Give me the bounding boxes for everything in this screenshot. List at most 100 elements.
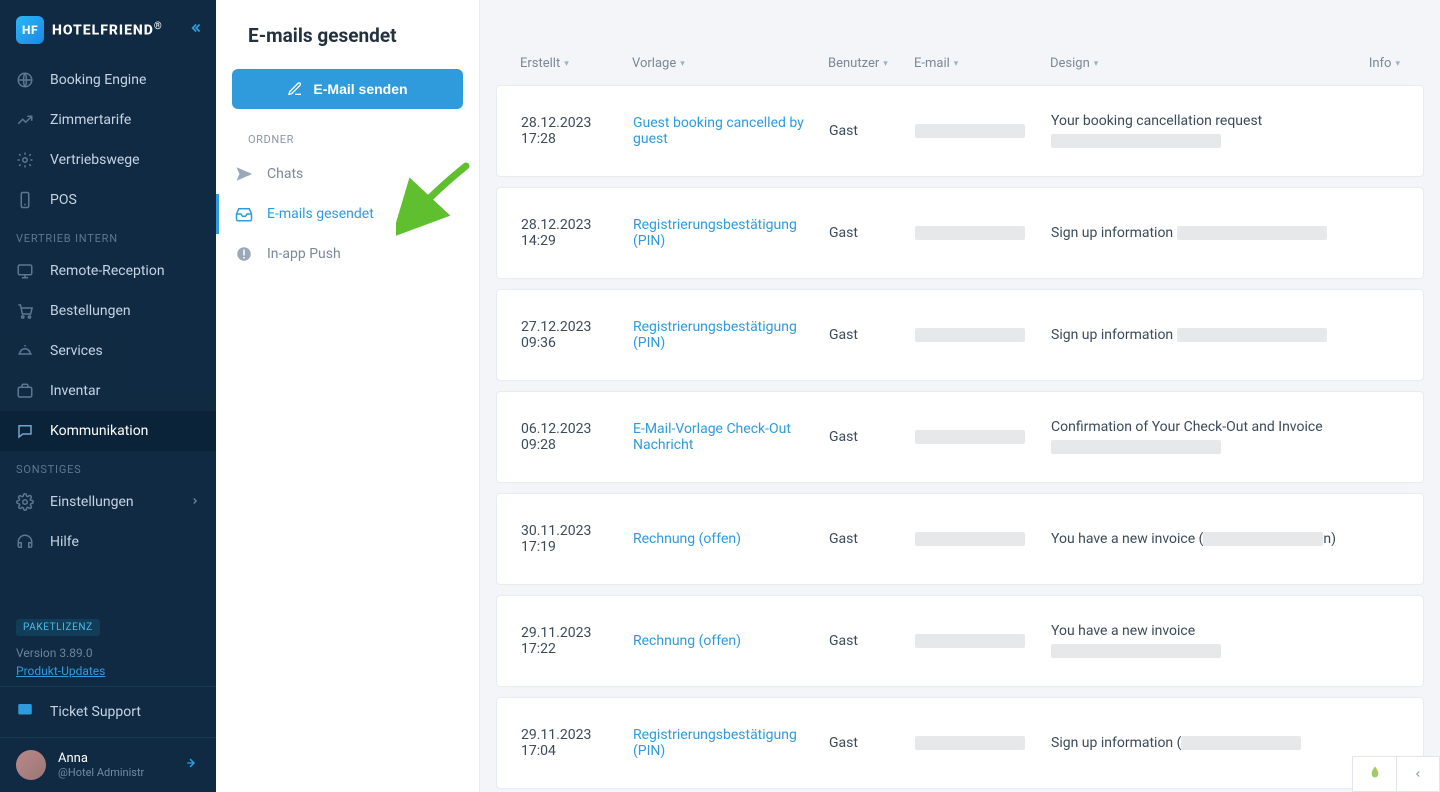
chevron-left-icon[interactable] — [1396, 756, 1440, 792]
cell-created: 27.12.202309:36 — [521, 319, 633, 351]
panel-section-label: ORDNER — [216, 127, 479, 154]
sidebar-item-remote-reception[interactable]: Remote-Reception — [0, 251, 216, 291]
cell-template-link[interactable]: Guest booking cancelled by guest — [633, 115, 829, 147]
col-header-info[interactable]: Info▾ — [1352, 56, 1400, 71]
folder-chats[interactable]: Chats — [216, 154, 479, 194]
folder-label: Chats — [267, 166, 303, 182]
send-icon — [235, 165, 253, 183]
table-row[interactable]: 06.12.202309:28E-Mail-Vorlage Check-Out … — [496, 391, 1424, 483]
cell-template-link[interactable]: Rechnung (offen) — [633, 633, 829, 649]
sidebar-meta: PAKETLIZENZ Version 3.89.0 Produkt-Updat… — [0, 607, 216, 686]
cell-template-link[interactable]: Registrierungsbestätigung (PIN) — [633, 319, 829, 351]
app-badge-icon[interactable] — [1352, 756, 1396, 792]
sidebar-nav: Booking Engine Zimmertarife Vertriebswege P… — [0, 60, 216, 607]
cell-design: Sign up information ( — [1051, 735, 1399, 751]
cell-user: Gast — [829, 225, 915, 241]
table-row[interactable]: 29.11.202317:04Registrierungsbestätigung… — [496, 697, 1424, 789]
product-updates-link[interactable]: Produkt-Updates — [16, 664, 200, 678]
sidebar-item-label: POS — [50, 192, 77, 208]
sidebar-item-pos[interactable]: POS — [0, 180, 216, 220]
table-row[interactable]: 28.12.202314:29Registrierungsbestätigung… — [496, 187, 1424, 279]
cell-design: Your booking cancellation request — [1051, 113, 1399, 149]
folder-emails-sent[interactable]: E-mails gesendet — [216, 194, 479, 234]
nav-section-vertrieb: VERTRIEB INTERN — [0, 220, 216, 251]
col-header-user[interactable]: Benutzer▾ — [828, 56, 914, 71]
brand-name: HOTELFRIEND® — [52, 21, 163, 39]
logo-badge: HF — [16, 16, 44, 44]
help-icon — [16, 533, 34, 551]
cell-created: 28.12.202317:28 — [521, 115, 633, 147]
cell-template-link[interactable]: E-Mail-Vorlage Check-Out Nachricht — [633, 421, 829, 453]
user-role: @Hotel Administr — [58, 766, 144, 779]
cell-user: Gast — [829, 735, 915, 751]
cell-email — [915, 633, 1051, 649]
caret-down-icon: ▾ — [680, 59, 685, 69]
sidebar-item-label: Vertriebswege — [50, 152, 140, 168]
sidebar-item-label: Booking Engine — [50, 72, 146, 88]
compose-email-button[interactable]: E-Mail senden — [232, 69, 463, 109]
cell-created: 29.11.202317:04 — [521, 727, 633, 759]
cell-user: Gast — [829, 123, 915, 139]
sidebar-header: HF HOTELFRIEND® — [0, 0, 216, 60]
main-sidebar: HF HOTELFRIEND® Booking Engine Zimmertari… — [0, 0, 216, 792]
cell-created: 06.12.202309:28 — [521, 421, 633, 453]
sidebar-item-hilfe[interactable]: Hilfe — [0, 522, 216, 562]
inbox-icon — [235, 205, 253, 223]
table-header: Erstellt▾ Vorlage▾ Benutzer▾ E-mail▾ Des… — [496, 16, 1424, 85]
ticket-support-button[interactable]: Ticket Support — [0, 686, 216, 737]
user-name: Anna — [58, 751, 144, 766]
table-body: 28.12.202317:28Guest booking cancelled b… — [496, 85, 1424, 789]
folder-inapp-push[interactable]: In-app Push — [216, 234, 479, 274]
cell-template-link[interactable]: Registrierungsbestätigung (PIN) — [633, 727, 829, 759]
sidebar-item-zimmertarife[interactable]: Zimmertarife — [0, 100, 216, 140]
sidebar-item-inventar[interactable]: Inventar — [0, 371, 216, 411]
ticket-support-label: Ticket Support — [50, 704, 141, 720]
current-user[interactable]: Anna @Hotel Administr — [0, 737, 216, 792]
sidebar-item-services[interactable]: Services — [0, 331, 216, 371]
table-row[interactable]: 29.11.202317:22Rechnung (offen)GastYou h… — [496, 595, 1424, 687]
col-header-design[interactable]: Design▾ — [1050, 56, 1352, 71]
col-header-template[interactable]: Vorlage▾ — [632, 56, 828, 71]
sidebar-item-label: Services — [50, 343, 103, 359]
globe-icon — [16, 71, 34, 89]
table-row[interactable]: 28.12.202317:28Guest booking cancelled b… — [496, 85, 1424, 177]
cell-user: Gast — [829, 633, 915, 649]
chevron-right-icon — [190, 494, 200, 510]
caret-down-icon: ▾ — [1395, 59, 1400, 69]
table-row[interactable]: 30.11.202317:19Rechnung (offen)GastYou h… — [496, 493, 1424, 585]
cell-design: Sign up information — [1051, 327, 1399, 343]
cell-email — [915, 225, 1051, 241]
sidebar-item-vertriebswege[interactable]: Vertriebswege — [0, 140, 216, 180]
table-row[interactable]: 27.12.202309:36Registrierungsbestätigung… — [496, 289, 1424, 381]
alert-icon — [235, 245, 253, 263]
logout-icon[interactable] — [184, 755, 200, 775]
sidebar-item-bestellungen[interactable]: Bestellungen — [0, 291, 216, 331]
avatar — [16, 750, 46, 780]
sidebar-item-label: Zimmertarife — [50, 112, 131, 128]
caret-down-icon: ▾ — [954, 59, 959, 69]
cell-user: Gast — [829, 531, 915, 547]
system-tray — [1352, 756, 1440, 792]
sidebar-item-einstellungen[interactable]: Einstellungen — [0, 482, 216, 522]
nav-section-sonstiges: SONSTIGES — [0, 451, 216, 482]
sidebar-item-booking-engine[interactable]: Booking Engine — [0, 60, 216, 100]
cell-user: Gast — [829, 429, 915, 445]
col-header-created[interactable]: Erstellt▾ — [520, 56, 632, 71]
cell-email — [915, 123, 1051, 139]
cell-created: 30.11.202317:19 — [521, 523, 633, 555]
screen-icon — [16, 262, 34, 280]
license-badge: PAKETLIZENZ — [16, 619, 100, 636]
sidebar-item-label: Kommunikation — [50, 423, 148, 439]
col-header-email[interactable]: E-mail▾ — [914, 56, 1050, 71]
cell-template-link[interactable]: Registrierungsbestätigung (PIN) — [633, 217, 829, 249]
cart-icon — [16, 302, 34, 320]
cell-template-link[interactable]: Rechnung (offen) — [633, 531, 829, 547]
cloche-icon — [16, 342, 34, 360]
cog-icon — [16, 493, 34, 511]
briefcase-icon — [16, 382, 34, 400]
compose-label: E-Mail senden — [313, 81, 407, 97]
chat-icon — [16, 422, 34, 440]
sidebar-item-label: Inventar — [50, 383, 100, 399]
collapse-sidebar-icon[interactable] — [188, 21, 202, 39]
sidebar-item-kommunikation[interactable]: Kommunikation — [0, 411, 216, 451]
